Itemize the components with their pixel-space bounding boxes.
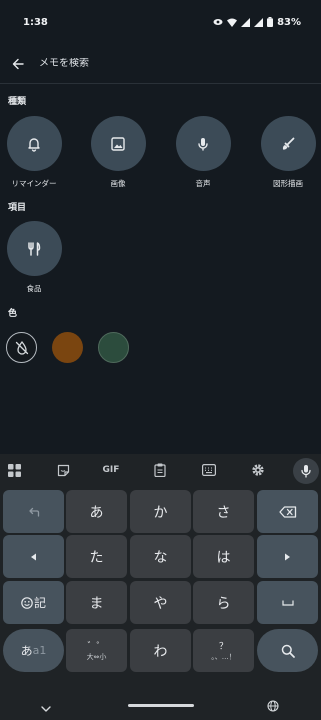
space-key[interactable]: [257, 581, 318, 624]
key-na[interactable]: な: [130, 535, 191, 578]
input-mode-key[interactable]: あ a1: [3, 629, 64, 672]
chip-circle[interactable]: [175, 116, 231, 171]
gear-icon: [252, 464, 264, 476]
chip-label: 音声: [195, 179, 211, 188]
backspace-key[interactable]: [257, 490, 318, 533]
backspace-icon: [278, 505, 296, 518]
mode-label-a: あ: [20, 644, 33, 658]
search-icon: [281, 644, 295, 658]
punctuation-key[interactable]: ？ 。、…！: [193, 629, 254, 672]
search-input[interactable]: [35, 58, 321, 69]
chip-circle[interactable]: [6, 116, 62, 171]
cursor-right-key[interactable]: [257, 535, 318, 578]
key-sa[interactable]: さ: [193, 490, 254, 533]
emoji-symbol-key[interactable]: 記: [3, 581, 64, 624]
status-time: 1:38: [23, 16, 48, 28]
signal-icon: [241, 17, 251, 27]
chip-circle[interactable]: [6, 221, 62, 276]
mic-icon: [198, 137, 208, 151]
key-ra[interactable]: ら: [193, 581, 254, 624]
key-ya[interactable]: や: [130, 581, 191, 624]
gif-button[interactable]: GIF: [99, 458, 123, 482]
section-title-items: 項目: [8, 203, 27, 213]
undo-key[interactable]: [3, 490, 64, 533]
triangle-right-icon: [285, 553, 290, 560]
undo-icon: [28, 507, 39, 517]
search-key[interactable]: [257, 629, 318, 672]
item-chip-food[interactable]: 食品: [6, 221, 62, 294]
settings-button[interactable]: [246, 458, 270, 482]
key-ha[interactable]: は: [193, 535, 254, 578]
key-ka[interactable]: か: [130, 490, 191, 533]
keyboard-mode-button[interactable]: [197, 458, 221, 482]
dakuten-label: ゛゜: [87, 642, 106, 652]
search-bar: [0, 44, 321, 84]
dakuten-key[interactable]: ゛゜ 大⇔小: [66, 629, 127, 672]
voice-input-button[interactable]: [293, 458, 319, 484]
mic-icon: [301, 465, 311, 478]
sticker-icon: [57, 464, 69, 476]
sticker-button[interactable]: [51, 458, 75, 482]
home-handle[interactable]: [128, 704, 194, 707]
battery-percent: 83%: [277, 16, 301, 28]
chip-label: 食品: [26, 284, 42, 293]
chevron-down-icon: [41, 706, 51, 712]
utensils-icon: [28, 241, 41, 256]
navigation-bar: [0, 692, 321, 720]
signal-icon-2: [254, 17, 264, 27]
space-icon: [281, 600, 294, 606]
clipboard-icon: [154, 463, 166, 477]
color-swatch-green[interactable]: [98, 332, 129, 363]
chip-label: 画像: [110, 179, 126, 188]
bell-icon: [28, 137, 40, 152]
triangle-left-icon: [31, 553, 36, 560]
back-button[interactable]: [1, 44, 35, 84]
globe-icon: [267, 700, 279, 712]
emoji-key-label: 記: [33, 596, 46, 610]
section-title-colors: 色: [8, 309, 18, 319]
arrow-left-icon: [12, 58, 24, 69]
clipboard-button[interactable]: [148, 458, 172, 482]
keyboard-icon: [202, 464, 216, 476]
color-swatch-brown[interactable]: [52, 332, 83, 363]
key-ma[interactable]: ま: [66, 581, 127, 624]
section-title-types: 種類: [8, 97, 27, 107]
punct-bottom-label: 。、…！: [211, 653, 236, 661]
chip-label: リマインダー: [11, 179, 57, 188]
type-chip-reminder[interactable]: リマインダー: [6, 116, 62, 189]
keyboard: GIF あ か さ た な は 記 ま や ら あ a1 ゛゜ 大⇔小 わ ？ …: [0, 454, 321, 720]
apps-grid-button[interactable]: [2, 458, 26, 482]
image-icon: [111, 136, 125, 151]
type-chip-image[interactable]: 画像: [90, 116, 146, 189]
small-kana-label: 大⇔小: [86, 653, 107, 661]
hide-keyboard-button[interactable]: [40, 698, 52, 717]
grid-icon: [7, 463, 21, 477]
punct-top-label: ？: [218, 642, 228, 652]
type-chip-audio[interactable]: 音声: [175, 116, 231, 189]
color-swatch-default[interactable]: [6, 332, 37, 363]
status-icons: 83%: [213, 17, 301, 28]
key-ta[interactable]: た: [66, 535, 127, 578]
keyboard-toolbar: GIF: [0, 454, 321, 486]
no-color-icon: [15, 340, 28, 355]
language-switch-button[interactable]: [267, 697, 279, 716]
type-chip-drawing[interactable]: 図形描画: [260, 116, 316, 189]
mode-label-a1: a1: [32, 644, 47, 657]
chip-circle[interactable]: [260, 116, 316, 171]
smiley-icon: [21, 596, 33, 609]
battery-icon: [267, 17, 274, 27]
eye-icon: [213, 18, 223, 26]
cursor-left-key[interactable]: [3, 535, 64, 578]
brush-icon: [282, 137, 295, 150]
chip-label: 図形描画: [273, 179, 303, 188]
key-wa[interactable]: わ: [130, 629, 191, 672]
status-bar: 1:38 83%: [0, 0, 321, 44]
wifi-icon: [227, 18, 238, 27]
key-a[interactable]: あ: [66, 490, 127, 533]
chip-circle[interactable]: [90, 116, 146, 171]
